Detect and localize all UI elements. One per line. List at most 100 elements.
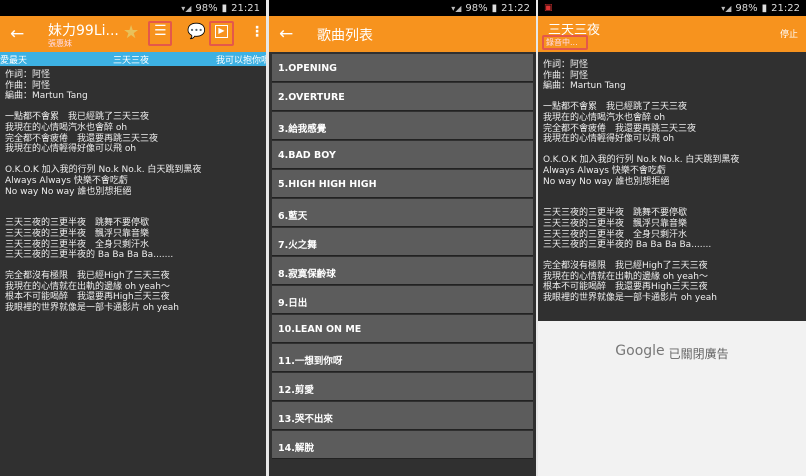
- clock: 21:21: [231, 2, 260, 14]
- lyric-line: 三天三夜的三更半夜 飄浮只靠音樂: [5, 228, 150, 239]
- stop-button[interactable]: 停止: [780, 27, 798, 40]
- lyric-line: 我現在的心情輕得好像可以飛 oh: [543, 134, 675, 145]
- back-arrow-icon[interactable]: ←: [10, 24, 24, 44]
- lyric-line: 一點都不會累 我已經跳了三天三夜: [5, 112, 150, 123]
- status-bar: ▣ ▾◢ 98% ▮ 21:22: [538, 0, 806, 16]
- lyric-line: Always Always 快樂不會吃虧: [5, 175, 128, 186]
- lyric-line: 我現在的心情喝汽水也會醉 oh: [543, 112, 666, 123]
- lyric-line: 作曲：阿怪: [5, 80, 51, 91]
- ad-banner: Google 已關閉廣告: [538, 321, 806, 476]
- lyric-line: [543, 145, 801, 156]
- battery-icon: ▮: [221, 2, 228, 14]
- google-logo: Google: [615, 343, 665, 359]
- song-list-item[interactable]: 1.OPENING: [272, 54, 533, 82]
- lyric-line: O.K.O.K 加入我的行列 No.k No.k. 白天跳到黑夜: [5, 165, 202, 176]
- next-song[interactable]: 我可以抱你嗎: [216, 53, 266, 66]
- song-list-item[interactable]: 9.日出: [272, 286, 533, 314]
- toolbar: 三天三夜 錄音中... 停止: [538, 16, 806, 52]
- toolbar: ← 歌曲列表: [269, 16, 536, 52]
- lyrics-text: 作詞：阿怪 作曲：阿怪 編曲：Martun Tang 一點都不會累 我已經跳了三天三夜…: [0, 66, 266, 318]
- lyric-line: 根本不可能喝醉 我還要再High三天三夜: [543, 282, 708, 293]
- song-list-item[interactable]: 10.LEAN ON ME: [272, 315, 533, 343]
- lyric-line: [543, 251, 801, 262]
- lyrics-screen: ▾◢ 98% ▮ 21:21 ← 妹力99Li... 張惠妹 ★ ☰ 💬 ▶ ⋮…: [0, 0, 266, 476]
- lyric-line: 一點都不會累 我已經跳了三天三夜: [543, 102, 688, 113]
- song-list-item[interactable]: 7.火之舞: [272, 228, 533, 256]
- toolbar: ← 妹力99Li... 張惠妹 ★ ☰ 💬 ▶ ⋮: [0, 16, 266, 52]
- lyric-line: 三天三夜的三更半夜 跳舞不要停歇: [5, 218, 150, 229]
- recording-status: 錄音中...: [546, 38, 578, 47]
- song-list-item[interactable]: 6.藍天: [272, 199, 533, 227]
- lyric-line: 我現在的心情喝汽水也會醉 oh: [5, 122, 128, 133]
- lyric-line: [543, 198, 801, 209]
- song-list-item[interactable]: 12.剪愛: [272, 373, 533, 401]
- signal-icon: ▾◢: [451, 3, 462, 13]
- play-box-icon[interactable]: ▶: [215, 25, 228, 38]
- clock: 21:22: [771, 2, 800, 14]
- song-list-item[interactable]: 13.哭不出來: [272, 402, 533, 430]
- lyric-line: 完全都不會疲倦 我還要再跳三天三夜: [543, 123, 697, 134]
- song-navigation-bar: 愛最天 三天三夜 我可以抱你嗎: [0, 52, 266, 66]
- lyric-line: 三天三夜的三更半夜的 Ba Ba Ba Ba.......: [543, 240, 712, 251]
- status-bar: ▾◢ 98% ▮ 21:21: [0, 0, 266, 16]
- comment-icon[interactable]: 💬: [187, 22, 206, 40]
- lyric-line: 三天三夜的三更半夜 全身只剩汗水: [543, 229, 688, 240]
- lyric-line: [5, 261, 261, 272]
- lyric-line: 完全都沒有極限 我已經High了三天三夜: [5, 271, 170, 282]
- song-list-screen: ▾◢ 98% ▮ 21:22 ← 歌曲列表 1.OPENING 2.OVERTUR…: [269, 0, 536, 476]
- sort-lines-icon[interactable]: ☰: [154, 23, 167, 39]
- lyric-line: Always Always 快樂不會吃虧: [543, 165, 666, 176]
- lyric-line: 我眼裡的世界就像是一部卡通影片 oh yeah: [543, 293, 718, 304]
- lyric-line: No way No way 誰也別想拒絕: [543, 176, 670, 187]
- song-list-item[interactable]: 5.HIGH HIGH HIGH: [272, 170, 533, 198]
- battery-level: 98%: [195, 2, 218, 14]
- more-vert-icon[interactable]: ⋮: [250, 24, 264, 40]
- song-list: 1.OPENING 2.OVERTURE 3.給我感覺 4.BAD BOY 5.HIGH…: [269, 52, 536, 459]
- prev-song[interactable]: 愛最天: [0, 53, 27, 66]
- lyric-line: 我現在的心情就在出軌的邊緣 oh yeah～: [543, 271, 709, 282]
- current-song: 三天三夜: [113, 56, 150, 66]
- battery-icon: ▮: [491, 2, 498, 14]
- lyric-line: 完全都不會疲倦 我還要再跳三天三夜: [5, 133, 159, 144]
- lyric-line: No way No way 誰也別想拒絕: [5, 186, 132, 197]
- clock: 21:22: [501, 2, 530, 14]
- lyrics-text: 作詞：阿怪 作曲：阿怪 編曲：Martun Tang 一點都不會累 我已經跳了三天三夜…: [538, 52, 806, 308]
- lyric-line: [5, 102, 261, 113]
- song-list-item[interactable]: 3.給我感覺: [272, 112, 533, 140]
- lyric-line: 三天三夜的三更半夜 跳舞不要停歇: [543, 208, 688, 219]
- lyric-line: [5, 155, 261, 166]
- battery-icon: ▮: [761, 2, 768, 14]
- battery-level: 98%: [735, 2, 758, 14]
- lyric-line: 三天三夜的三更半夜 飄浮只靠音樂: [543, 218, 688, 229]
- lyric-line: 編曲：Martun Tang: [5, 91, 88, 102]
- artist-name: 張惠妹: [48, 39, 72, 48]
- song-list-item[interactable]: 4.BAD BOY: [272, 141, 533, 169]
- star-icon[interactable]: ★: [123, 22, 139, 43]
- lyric-line: 作詞：阿怪: [543, 60, 589, 70]
- lyric-line: 我眼裡的世界就像是一部卡通影片 oh yeah: [5, 303, 180, 314]
- lyric-line: [543, 187, 801, 198]
- song-list-item[interactable]: 2.OVERTURE: [272, 83, 533, 111]
- ad-closed-text: 已關閉廣告: [668, 347, 729, 361]
- lyric-line: 我現在的心情輕得好像可以飛 oh: [5, 144, 137, 155]
- lyric-line: 三天三夜的三更半夜 全身只剩汗水: [5, 239, 150, 250]
- signal-icon: ▾◢: [721, 3, 732, 13]
- lyric-line: O.K.O.K 加入我的行列 No.k No.k. 白天跳到黑夜: [543, 155, 740, 166]
- lyric-line: 作曲：阿怪: [543, 70, 589, 81]
- status-bar: ▾◢ 98% ▮ 21:22: [269, 0, 536, 16]
- album-title: 妹力99Li...: [48, 23, 119, 39]
- song-list-item[interactable]: 14.解脫: [272, 431, 533, 459]
- lyric-line: 完全都沒有極限 我已經High了三天三夜: [543, 261, 708, 272]
- lyric-line: [5, 208, 261, 219]
- lyric-line: 我現在的心情就在出軌的邊緣 oh yeah～: [5, 281, 171, 292]
- lyric-line: 作詞：阿怪: [5, 70, 51, 80]
- back-arrow-icon[interactable]: ←: [279, 24, 293, 44]
- lyric-line: 三天三夜的三更半夜的 Ba Ba Ba Ba.......: [5, 250, 174, 261]
- page-title: 歌曲列表: [317, 28, 373, 44]
- lyric-line: 編曲：Martun Tang: [543, 81, 626, 92]
- signal-icon: ▾◢: [181, 3, 192, 13]
- song-list-item[interactable]: 8.寂寞保齡球: [272, 257, 533, 285]
- battery-level: 98%: [465, 2, 488, 14]
- lyric-line: 根本不可能喝醉 我還要再High三天三夜: [5, 292, 170, 303]
- song-list-item[interactable]: 11.一想到你呀: [272, 344, 533, 372]
